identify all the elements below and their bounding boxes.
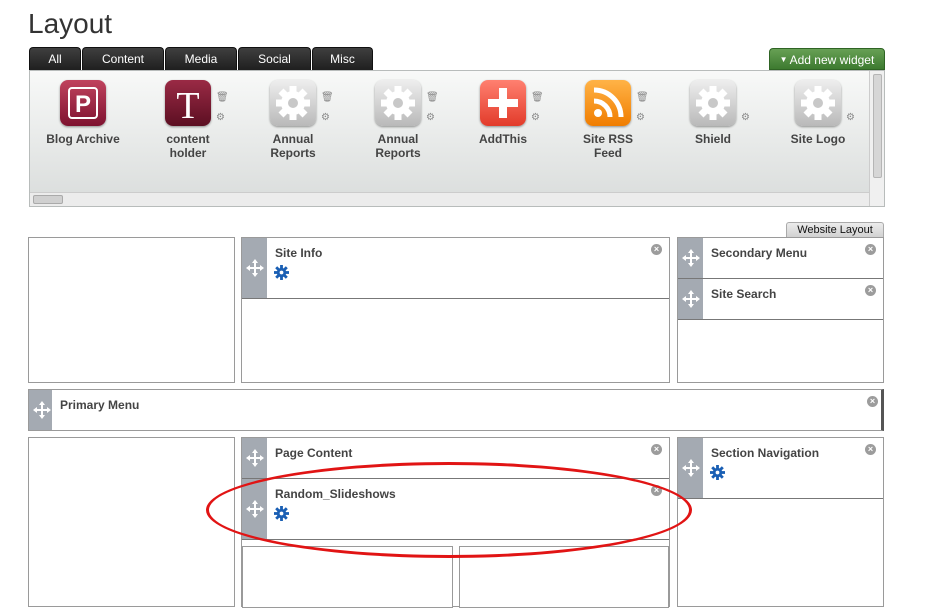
layout-widget-page-content[interactable]: Page Content × <box>242 438 669 479</box>
rss-icon <box>585 80 631 126</box>
move-handle[interactable] <box>242 438 267 478</box>
close-icon[interactable]: × <box>865 285 876 296</box>
move-handle[interactable] <box>678 438 703 498</box>
svg-text:P: P <box>75 91 91 118</box>
layout-region-primary-menu[interactable]: Primary Menu × <box>28 389 884 431</box>
library-widget-blog-archive[interactable]: P Blog Archive <box>33 80 133 146</box>
move-handle[interactable] <box>242 238 267 298</box>
tab-all[interactable]: All <box>29 47 81 70</box>
library-widget-label: content holder <box>166 132 210 160</box>
small-gear-icon[interactable]: ⚙ <box>321 112 330 123</box>
config-gear-icon[interactable] <box>710 465 725 480</box>
widget-title: Primary Menu <box>60 398 140 412</box>
trash-icon[interactable]: 🗑 <box>426 92 439 103</box>
layout-widget-site-search[interactable]: Site Search × <box>678 279 883 320</box>
widget-title: Secondary Menu <box>711 246 808 260</box>
config-gear-icon[interactable] <box>274 506 289 521</box>
layout-widget-primary-menu[interactable]: Primary Menu × <box>29 390 880 430</box>
widget-title: Section Navigation <box>711 446 820 460</box>
library-widget-label: Annual Reports <box>375 132 421 160</box>
layout-widget-random-slideshows[interactable]: Random_Slideshows × <box>242 479 669 540</box>
widget-title: Site Search <box>711 287 777 301</box>
small-gear-icon[interactable]: ⚙ <box>741 112 750 123</box>
library-vertical-scrollbar[interactable] <box>869 71 884 206</box>
widget-title: Random_Slideshows <box>275 487 396 501</box>
move-arrows-icon <box>682 249 700 267</box>
widget-title: Page Content <box>275 446 353 460</box>
layout-region-top-center[interactable]: Site Info × <box>241 237 670 383</box>
move-arrows-icon <box>246 500 264 518</box>
library-widget-annual-reports-2[interactable]: 🗑 ⚙ Annual Reports <box>348 80 448 160</box>
add-new-widget-label: Add new widget <box>789 53 875 67</box>
small-gear-icon[interactable]: ⚙ <box>636 112 645 123</box>
library-widget-label: AddThis <box>479 132 527 146</box>
layout-region-top-right[interactable]: Secondary Menu × Site Search × <box>677 237 884 383</box>
trash-icon[interactable]: 🗑 <box>321 92 334 103</box>
layout-subregion-right[interactable] <box>459 546 669 608</box>
library-widget-label: Shield <box>694 132 731 146</box>
tab-social[interactable]: Social <box>238 47 311 70</box>
close-icon[interactable]: × <box>651 485 662 496</box>
layout-region-bottom-left[interactable] <box>28 437 235 607</box>
page-title: Layout <box>28 8 113 39</box>
gear-icon <box>795 80 841 126</box>
move-arrows-icon <box>682 290 700 308</box>
close-icon[interactable]: × <box>651 244 662 255</box>
library-widget-label: Site RSS Feed <box>582 132 633 160</box>
layout-region-bottom-center[interactable]: Page Content × Random_Slideshows × <box>241 437 670 608</box>
layout-subregion-left[interactable] <box>242 546 453 608</box>
caret-down-icon: ▼ <box>779 55 788 64</box>
layout-region-bottom-right[interactable]: Section Navigation × <box>677 437 884 607</box>
close-icon[interactable]: × <box>867 396 878 407</box>
scrollbar-thumb[interactable] <box>33 195 63 204</box>
add-new-widget-button[interactable]: ▼ Add new widget <box>769 48 885 70</box>
layout-widget-site-info[interactable]: Site Info × <box>242 238 669 299</box>
close-icon[interactable]: × <box>865 444 876 455</box>
gear-icon <box>375 80 421 126</box>
library-widget-addthis[interactable]: 🗑 ⚙ AddThis <box>453 80 553 146</box>
content-holder-t-icon: T <box>165 80 211 127</box>
library-widget-annual-reports-1[interactable]: 🗑 ⚙ Annual Reports <box>243 80 343 160</box>
svg-text:T: T <box>176 85 199 126</box>
small-gear-icon[interactable]: ⚙ <box>846 112 855 123</box>
move-handle[interactable] <box>242 479 267 539</box>
library-widget-shield[interactable]: ⚙ Shield <box>663 80 763 146</box>
config-gear-icon[interactable] <box>274 265 289 280</box>
library-horizontal-scrollbar[interactable] <box>30 192 869 206</box>
tab-content[interactable]: Content <box>82 47 164 70</box>
move-arrows-icon <box>682 459 700 477</box>
trash-icon[interactable]: 🗑 <box>531 92 544 103</box>
library-widget-content-holder[interactable]: T 🗑 ⚙ content holder <box>138 80 238 160</box>
library-widget-site-logo[interactable]: ⚙ Site Logo <box>768 80 868 146</box>
move-handle[interactable] <box>678 238 703 278</box>
scrollbar-thumb[interactable] <box>873 74 882 178</box>
library-widget-site-rss-feed[interactable]: 🗑 ⚙ Site RSS Feed <box>558 80 658 160</box>
small-gear-icon[interactable]: ⚙ <box>426 112 435 123</box>
blog-archive-p-icon: P <box>60 80 106 126</box>
library-widget-label: Site Logo <box>790 132 846 146</box>
plus-icon <box>480 80 526 126</box>
tab-misc[interactable]: Misc <box>312 47 373 70</box>
move-handle[interactable] <box>678 279 703 319</box>
layout-widget-section-navigation[interactable]: Section Navigation × <box>678 438 883 499</box>
widget-title: Site Info <box>275 246 323 260</box>
small-gear-icon[interactable]: ⚙ <box>531 112 540 123</box>
move-arrows-icon <box>246 259 264 277</box>
layout-region-top-left[interactable] <box>28 237 235 383</box>
small-gear-icon[interactable]: ⚙ <box>216 112 225 123</box>
library-widget-label: Blog Archive <box>46 132 120 146</box>
move-arrows-icon <box>246 449 264 467</box>
tab-media[interactable]: Media <box>165 47 237 70</box>
close-icon[interactable]: × <box>865 244 876 255</box>
trash-icon[interactable]: 🗑 <box>636 92 649 103</box>
move-arrows-icon <box>33 401 51 419</box>
tab-website-layout[interactable]: Website Layout <box>786 222 884 238</box>
trash-icon[interactable]: 🗑 <box>216 92 229 103</box>
layout-widget-secondary-menu[interactable]: Secondary Menu × <box>678 238 883 279</box>
library-widget-label: Annual Reports <box>270 132 316 160</box>
close-icon[interactable]: × <box>651 444 662 455</box>
gear-icon <box>690 80 736 126</box>
gear-icon <box>270 80 316 126</box>
move-handle[interactable] <box>29 390 52 430</box>
